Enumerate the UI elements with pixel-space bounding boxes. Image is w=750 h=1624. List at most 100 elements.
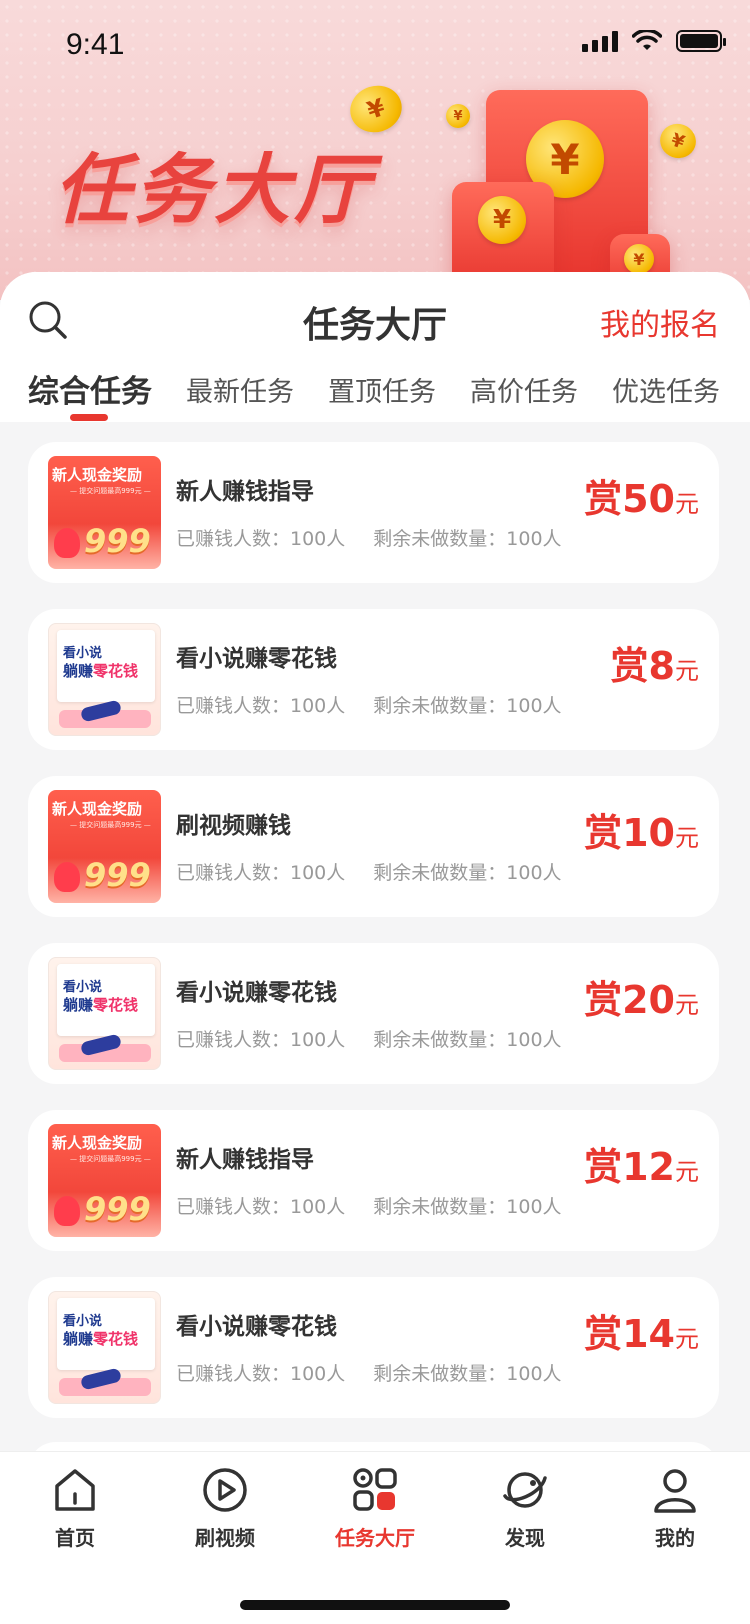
- thumbnail-text: 躺赚: [63, 662, 94, 680]
- nav-label: 刷视频: [195, 1526, 255, 1550]
- task-reward: 赏20元: [584, 969, 699, 1024]
- nav-mine[interactable]: 我的: [620, 1466, 730, 1551]
- reward-amount: 12: [622, 1145, 675, 1189]
- thumbnail-headline: 看小说: [63, 980, 103, 995]
- thumbnail-headline: 新人现金奖励: [52, 1134, 143, 1152]
- tab-pinned[interactable]: 置顶任务: [328, 370, 436, 409]
- task-name: 看小说赚零花钱: [176, 980, 337, 1006]
- banner-title: 任务大厅: [54, 145, 374, 234]
- task-meta: 已赚钱人数：100人 剩余未做数量：100人: [176, 1359, 562, 1386]
- home-icon: [55, 1469, 95, 1511]
- task-tabs: 综合任务 最新任务 置顶任务 高价任务 优选任务: [0, 370, 750, 420]
- reward-prefix: 赏: [584, 1145, 623, 1189]
- reward-amount: 14: [622, 1312, 675, 1356]
- reward-prefix: 赏: [584, 811, 623, 855]
- task-card[interactable]: 看小说 躺赚零花钱 看小说赚零花钱 已赚钱人数：100人 剩余未做数量：100人 …: [28, 609, 719, 750]
- reward-amount: 10: [622, 811, 675, 855]
- reward-unit: 元: [675, 1158, 699, 1186]
- task-card[interactable]: 看小说 躺赚零花钱 看小说赚零花钱 已赚钱人数：100人 剩余未做数量：100人 …: [28, 1277, 719, 1418]
- task-meta: 已赚钱人数：100人 剩余未做数量：100人: [176, 1192, 562, 1219]
- remaining-count: 剩余未做数量：100人: [373, 528, 562, 550]
- earned-count: 已赚钱人数：100人: [176, 862, 346, 884]
- battery-icon: [676, 30, 726, 52]
- reward-amount: 8: [648, 644, 675, 688]
- coin-icon: ¥: [624, 244, 654, 274]
- thumbnail-amount: 999: [84, 522, 151, 560]
- user-icon: [654, 1469, 696, 1513]
- reward-unit: 元: [675, 991, 699, 1019]
- remaining-count: 剩余未做数量：100人: [373, 1196, 562, 1218]
- reward-prefix: 赏: [584, 978, 623, 1022]
- mascot-graphic: [54, 1196, 80, 1226]
- remaining-count: 剩余未做数量：100人: [373, 1363, 562, 1385]
- task-thumbnail: 新人现金奖励 — 提交问题最高999元 — 999: [48, 790, 161, 903]
- top-banner: 9:41 任务大厅 ¥ ¥ ¥ ¥ ¥ ¥: [0, 0, 750, 300]
- thumbnail-subtitle: 躺赚零花钱: [63, 1328, 138, 1349]
- task-thumbnail: 新人现金奖励 — 提交问题最高999元 — 999: [48, 1124, 161, 1237]
- task-reward: 赏50元: [584, 468, 699, 523]
- task-reward: 赏8元: [611, 635, 699, 690]
- earned-count: 已赚钱人数：100人: [176, 1196, 346, 1218]
- task-thumbnail: 看小说 躺赚零花钱: [48, 957, 161, 1070]
- task-name: 新人赚钱指导: [176, 479, 314, 505]
- reward-unit: 元: [675, 490, 699, 518]
- thumbnail-amount: 999: [84, 856, 151, 894]
- status-time: 9:41: [66, 28, 125, 61]
- nav-label: 我的: [655, 1526, 695, 1550]
- nav-task-hall[interactable]: 任务大厅: [320, 1466, 430, 1551]
- thumbnail-amount: 999: [84, 1190, 151, 1228]
- task-card[interactable]: 新人现金奖励 — 提交问题最高999元 — 999 刷视频赚钱 已赚钱人数：10…: [28, 776, 719, 917]
- thumbnail-headline: 看小说: [63, 646, 103, 661]
- thumbnail-subtitle: — 提交问题最高999元 —: [70, 487, 151, 495]
- task-reward: 赏14元: [584, 1303, 699, 1358]
- task-reward: 赏12元: [584, 1136, 699, 1191]
- task-name: 新人赚钱指导: [176, 1147, 314, 1173]
- thumbnail-highlight: 零花钱: [93, 1330, 139, 1348]
- remaining-count: 剩余未做数量：100人: [373, 1029, 562, 1051]
- home-indicator: [240, 1600, 510, 1610]
- task-name: 看小说赚零花钱: [176, 1314, 337, 1340]
- play-icon: [203, 1468, 247, 1512]
- task-thumbnail: 新人现金奖励 — 提交问题最高999元 — 999: [48, 456, 161, 569]
- task-meta: 已赚钱人数：100人 剩余未做数量：100人: [176, 858, 562, 885]
- grid-icon: [353, 1468, 397, 1511]
- coin-icon: ¥: [446, 104, 470, 128]
- task-card[interactable]: 新人现金奖励 — 提交问题最高999元 — 999 新人赚钱指导 已赚钱人数：1…: [28, 442, 719, 583]
- reward-unit: 元: [675, 824, 699, 852]
- wifi-icon: [632, 30, 662, 50]
- reward-prefix: 赏: [610, 644, 649, 688]
- nav-videos[interactable]: 刷视频: [170, 1466, 280, 1551]
- status-icons: [582, 30, 726, 52]
- nav-discover[interactable]: 发现: [470, 1466, 580, 1551]
- tab-featured[interactable]: 优选任务: [612, 370, 720, 409]
- thumbnail-headline: 看小说: [63, 1314, 103, 1329]
- tab-latest[interactable]: 最新任务: [186, 370, 294, 409]
- mascot-graphic: [54, 528, 80, 558]
- thumbnail-highlight: 零花钱: [93, 996, 139, 1014]
- thumbnail-subtitle: 躺赚零花钱: [63, 994, 138, 1015]
- thumbnail-subtitle: 躺赚零花钱: [63, 660, 138, 681]
- thumbnail-subtitle: — 提交问题最高999元 —: [70, 1155, 151, 1163]
- thumbnail-headline: 新人现金奖励: [52, 800, 143, 818]
- earned-count: 已赚钱人数：100人: [176, 695, 346, 717]
- task-meta: 已赚钱人数：100人 剩余未做数量：100人: [176, 524, 562, 551]
- earned-count: 已赚钱人数：100人: [176, 1363, 346, 1385]
- earned-count: 已赚钱人数：100人: [176, 528, 346, 550]
- task-name: 看小说赚零花钱: [176, 646, 337, 672]
- tab-comprehensive[interactable]: 综合任务: [28, 366, 152, 411]
- task-meta: 已赚钱人数：100人 剩余未做数量：100人: [176, 691, 562, 718]
- tab-high-price[interactable]: 高价任务: [470, 370, 578, 409]
- nav-home[interactable]: 首页: [20, 1466, 130, 1551]
- reward-prefix: 赏: [584, 1312, 623, 1356]
- thumbnail-highlight: 零花钱: [93, 662, 139, 680]
- task-card[interactable]: 新人现金奖励 — 提交问题最高999元 — 999 新人赚钱指导 已赚钱人数：1…: [28, 1110, 719, 1251]
- nav-label: 首页: [55, 1526, 95, 1550]
- nav-label: 发现: [505, 1526, 545, 1550]
- task-card[interactable]: 看小说 躺赚零花钱 看小说赚零花钱 已赚钱人数：100人 剩余未做数量：100人 …: [28, 943, 719, 1084]
- thumbnail-text: 躺赚: [63, 1330, 94, 1348]
- earned-count: 已赚钱人数：100人: [176, 1029, 346, 1051]
- task-reward: 赏10元: [584, 802, 699, 857]
- planet-icon: [503, 1472, 547, 1508]
- my-signup-link[interactable]: 我的报名: [600, 300, 720, 344]
- remaining-count: 剩余未做数量：100人: [373, 695, 562, 717]
